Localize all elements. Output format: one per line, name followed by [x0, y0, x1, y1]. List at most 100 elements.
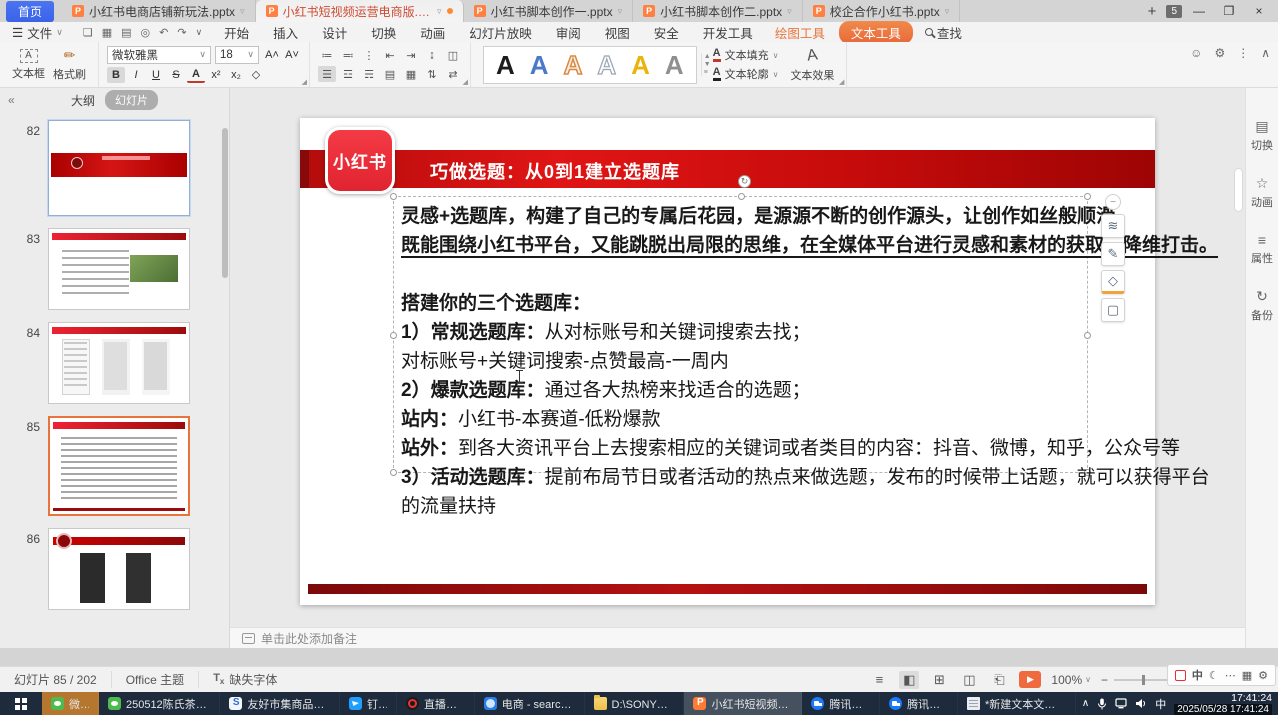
slide-thumbnail[interactable] — [48, 416, 190, 516]
tab-session-icon[interactable]: ▿ — [618, 6, 623, 17]
collapse-panel-icon[interactable]: « — [8, 93, 15, 107]
task-pane-button[interactable]: ↻ 备份 — [1251, 288, 1273, 323]
settings-gear-icon[interactable]: ⚙ — [1214, 46, 1225, 60]
ime-night-mode-icon[interactable]: ☾ — [1209, 669, 1219, 682]
task-pane-button[interactable]: ▤ 切换 — [1251, 118, 1273, 153]
text-direction-button[interactable]: ⇄ — [444, 66, 462, 82]
ime-more-icon[interactable]: ⋯ — [1225, 669, 1236, 682]
document-tab[interactable]: P 小红书脚本创作二.pptx ▿ — [633, 0, 803, 22]
taskbar-app-button[interactable]: 直播伴侣 — [397, 692, 475, 715]
wordart-style-option[interactable]: A — [597, 52, 616, 78]
document-tab[interactable]: P 小红书短视频运营电商版.pptx ▿ — [256, 0, 464, 22]
missing-font-indicator[interactable]: Tx 缺失字体 — [199, 671, 291, 688]
drawing-tools-tab[interactable]: 绘图工具 — [765, 22, 835, 43]
superscript-button[interactable]: x² — [207, 67, 225, 83]
menu-item[interactable]: 切换 — [359, 22, 408, 43]
font-name-select[interactable]: 微软雅黑 ∨ — [107, 46, 211, 64]
more-options-icon[interactable]: ⋮ — [1237, 46, 1249, 60]
underline-button[interactable]: U — [147, 67, 165, 83]
text-tools-tab[interactable]: 文本工具 — [839, 21, 913, 44]
tray-expand-icon[interactable]: ∧ — [1082, 698, 1089, 709]
menu-item[interactable]: 安全 — [642, 22, 691, 43]
undo-icon[interactable]: ↶ — [159, 26, 168, 39]
more-commands-icon[interactable]: ∨ — [196, 27, 203, 38]
slide-body-text[interactable]: 灵感+选题库，构建了自己的专属后花园，是源源不断的创作源头，让创作如丝般顺滑。 … — [401, 202, 1091, 521]
menu-item[interactable]: 开始 — [212, 22, 261, 43]
notes-bar[interactable]: 单击此处添加备注 — [230, 627, 1245, 648]
resize-handle-bottom-left[interactable] — [390, 469, 397, 476]
taskbar-app-button[interactable]: 腾讯会议 — [802, 692, 880, 715]
ime-language-button[interactable]: 中 — [1192, 667, 1203, 683]
columns-button[interactable]: ◫ — [444, 47, 462, 63]
dialog-launcher-icon[interactable]: ◢ — [463, 78, 468, 86]
menu-item[interactable]: 视图 — [593, 22, 642, 43]
home-tab[interactable]: 首页 — [6, 1, 54, 22]
normal-view-button[interactable]: ◧ — [899, 671, 919, 689]
taskbar-app-button[interactable]: D:\SONY素材 — [585, 692, 685, 715]
decrease-font-button[interactable]: A˅ — [283, 47, 301, 63]
text-outline-button[interactable]: A 文本轮廓 ∨ — [713, 66, 779, 82]
find-button[interactable]: 查找 — [917, 23, 970, 42]
open-icon[interactable]: ❏ — [83, 26, 93, 39]
document-tab[interactable]: P 小红书脚本创作一.pptx ▿ — [464, 0, 634, 22]
distribute-button[interactable]: ▦ — [402, 66, 420, 82]
theme-indicator[interactable]: Office 主题 — [112, 671, 199, 688]
text-fill-button[interactable]: A 文本填充 ∨ — [713, 47, 779, 63]
layers-button[interactable]: ≋ — [1101, 214, 1125, 238]
redo-icon[interactable]: ↷ — [177, 26, 186, 39]
zoom-slider-thumb[interactable] — [1142, 675, 1145, 685]
wordart-style-option[interactable]: A — [631, 52, 650, 78]
resize-handle-top-left[interactable] — [390, 193, 397, 200]
taskbar-app-button[interactable]: *新建文本文档 (... — [958, 692, 1076, 715]
slide-thumbnail[interactable] — [48, 120, 190, 216]
wordart-style-option[interactable]: A — [665, 52, 684, 78]
increase-indent-button[interactable]: ⇥ — [402, 47, 420, 63]
italic-button[interactable]: I — [127, 67, 145, 83]
slideshow-play-button[interactable]: ▶ — [1019, 671, 1041, 688]
menu-item[interactable]: 设计 — [310, 22, 359, 43]
frame-style-button[interactable]: ▢ — [1101, 298, 1125, 322]
print-icon[interactable]: ▤ — [121, 26, 131, 39]
reading-view-button[interactable]: ◫ — [959, 671, 979, 689]
document-tab[interactable]: P 小红书电商店铺新玩法.pptx ▿ — [62, 0, 256, 22]
dialog-launcher-icon[interactable]: ◢ — [302, 78, 307, 86]
document-tab[interactable]: P 校企合作小红书.pptx ▿ — [803, 0, 961, 22]
menu-item[interactable]: 审阅 — [544, 22, 593, 43]
slide-title-banner[interactable] — [300, 150, 1155, 188]
slide-thumbnail-item[interactable]: 82 — [18, 120, 221, 216]
save-icon[interactable]: ▦ — [102, 26, 112, 39]
gallery-expand-icon[interactable]: ≡ — [704, 69, 711, 76]
restore-button[interactable]: ❐ — [1216, 1, 1242, 21]
wordart-style-option[interactable]: A — [530, 52, 549, 78]
slide-canvas[interactable]: 巧做选题：从0到1建立选题库 小红书 ↻ 灵感+选题库，构建了自己 — [300, 118, 1155, 605]
clear-format-button[interactable]: ◇ — [247, 67, 265, 83]
collapse-ribbon-icon[interactable]: ∧ — [1261, 46, 1270, 60]
pen-style-button[interactable]: ✎ — [1101, 242, 1125, 266]
dialog-launcher-icon[interactable]: ◢ — [839, 78, 844, 86]
sidebar-scrollbar[interactable] — [222, 128, 228, 278]
justify-button[interactable]: ▤ — [381, 66, 399, 82]
tab-session-icon[interactable]: ▿ — [787, 6, 792, 17]
slides-tab[interactable]: 幻灯片 — [105, 90, 158, 110]
canvas-scrollbar[interactable] — [1234, 168, 1243, 212]
subscript-button[interactable]: x₂ — [227, 67, 245, 83]
preview-icon[interactable]: ◎ — [141, 26, 151, 39]
notes-placeholder[interactable]: 单击此处添加备注 — [261, 630, 357, 647]
fill-color-button[interactable]: ◇ — [1101, 270, 1125, 294]
strikethrough-button[interactable]: S — [167, 67, 185, 83]
menu-item[interactable]: 开发工具 — [691, 22, 765, 43]
wordart-style-option[interactable]: A — [496, 52, 515, 78]
ime-keyboard-icon[interactable]: ▦ — [1242, 669, 1252, 682]
increase-font-button[interactable]: A˄ — [263, 47, 281, 63]
ime-indicator[interactable]: 中 — [1155, 696, 1166, 712]
bold-button[interactable]: B — [107, 67, 125, 83]
resize-handle-top-right[interactable] — [1084, 193, 1091, 200]
tray-clock[interactable]: 17:41:24 2025/05/28 17:41:24 — [1174, 693, 1272, 715]
slide-thumbnail-item[interactable]: 83 — [18, 228, 221, 310]
scroll-down-icon[interactable]: ▼ — [704, 61, 711, 68]
network-icon[interactable] — [1115, 698, 1127, 709]
taskbar-app-button[interactable]: 钉钉 — [340, 692, 397, 715]
task-pane-button[interactable]: ☆ 动画 — [1251, 175, 1273, 210]
file-menu-button[interactable]: ☰ 文件 ∨ — [0, 23, 73, 42]
start-button[interactable] — [0, 692, 42, 715]
